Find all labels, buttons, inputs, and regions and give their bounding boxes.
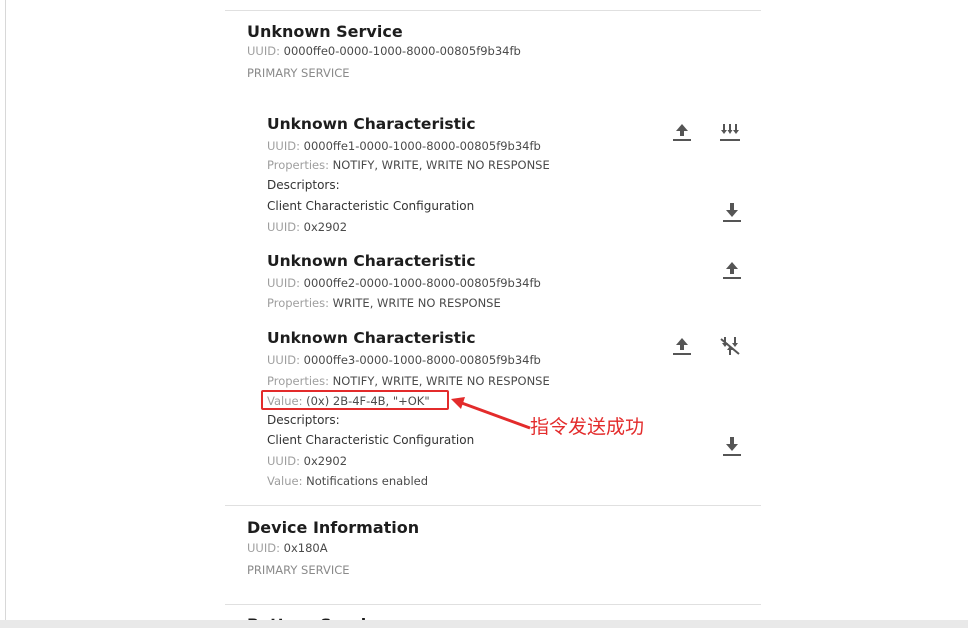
properties-label: Properties: bbox=[267, 158, 329, 172]
descriptors-heading: Descriptors: bbox=[267, 413, 340, 427]
separator bbox=[225, 505, 761, 506]
descriptor-uuid: UUID: 0x2902 bbox=[267, 454, 347, 468]
uuid-value: 0x180A bbox=[283, 541, 328, 555]
descriptor-name: Client Characteristic Configuration bbox=[267, 199, 475, 213]
descriptor-value: Value: Notifications enabled bbox=[267, 474, 428, 488]
uuid-label: UUID: bbox=[267, 276, 300, 290]
uuid-label: UUID: bbox=[267, 454, 300, 468]
properties-label: Properties: bbox=[267, 374, 329, 388]
value-highlight-box bbox=[261, 390, 449, 410]
properties-label: Properties: bbox=[267, 296, 329, 310]
uuid-value: 0000ffe3-0000-1000-8000-00805f9b34fb bbox=[303, 353, 541, 367]
uuid-label: UUID: bbox=[247, 44, 280, 58]
characteristic-properties: Properties: NOTIFY, WRITE, WRITE NO RESP… bbox=[267, 374, 550, 388]
characteristic-title[interactable]: Unknown Characteristic bbox=[267, 329, 476, 347]
bottom-edge bbox=[0, 620, 968, 628]
service-uuid: UUID: 0x180A bbox=[247, 541, 328, 555]
notifications-disabled-icon[interactable] bbox=[718, 334, 742, 358]
upload-arrow-icon[interactable] bbox=[670, 120, 694, 144]
properties-value: NOTIFY, WRITE, WRITE NO RESPONSE bbox=[332, 374, 550, 388]
descriptor-uuid: UUID: 0x2902 bbox=[267, 220, 347, 234]
uuid-label: UUID: bbox=[267, 353, 300, 367]
separator-top bbox=[225, 10, 761, 11]
descriptor-name: Client Characteristic Configuration bbox=[267, 433, 475, 447]
annotation-text: 指令发送成功 bbox=[530, 416, 645, 438]
uuid-value: 0000ffe1-0000-1000-8000-00805f9b34fb bbox=[303, 139, 541, 153]
characteristic-properties: Properties: NOTIFY, WRITE, WRITE NO RESP… bbox=[267, 158, 550, 172]
characteristic-uuid: UUID: 0000ffe2-0000-1000-8000-00805f9b34… bbox=[267, 276, 541, 290]
download-arrow-icon[interactable] bbox=[720, 434, 744, 458]
service-uuid: UUID: 0000ffe0-0000-1000-8000-00805f9b34… bbox=[247, 44, 521, 58]
uuid-value: 0000ffe2-0000-1000-8000-00805f9b34fb bbox=[303, 276, 541, 290]
uuid-label: UUID: bbox=[267, 220, 300, 234]
characteristic-uuid: UUID: 0000ffe1-0000-1000-8000-00805f9b34… bbox=[267, 139, 541, 153]
page: Unknown Service UUID: 0000ffe0-0000-1000… bbox=[0, 0, 968, 628]
service-type: PRIMARY SERVICE bbox=[247, 563, 350, 577]
uuid-value: 0000ffe0-0000-1000-8000-00805f9b34fb bbox=[283, 44, 521, 58]
uuid-label: UUID: bbox=[267, 139, 300, 153]
properties-value: NOTIFY, WRITE, WRITE NO RESPONSE bbox=[332, 158, 550, 172]
value-label: Value: bbox=[267, 474, 303, 488]
service-title[interactable]: Unknown Service bbox=[247, 22, 403, 41]
multi-down-arrows-icon[interactable] bbox=[718, 120, 742, 144]
value-text: Notifications enabled bbox=[306, 474, 429, 488]
upload-arrow-icon[interactable] bbox=[670, 334, 694, 358]
download-arrow-icon[interactable] bbox=[720, 200, 744, 224]
annotation-arrow bbox=[451, 397, 531, 430]
upload-arrow-icon[interactable] bbox=[720, 258, 744, 282]
characteristic-title[interactable]: Unknown Characteristic bbox=[267, 115, 476, 133]
left-divider bbox=[5, 0, 6, 628]
service-type: PRIMARY SERVICE bbox=[247, 66, 350, 80]
characteristic-properties: Properties: WRITE, WRITE NO RESPONSE bbox=[267, 296, 501, 310]
characteristic-title[interactable]: Unknown Characteristic bbox=[267, 252, 476, 270]
service-title[interactable]: Device Information bbox=[247, 518, 419, 537]
properties-value: WRITE, WRITE NO RESPONSE bbox=[332, 296, 501, 310]
uuid-value: 0x2902 bbox=[303, 454, 348, 468]
separator bbox=[225, 604, 761, 605]
characteristic-uuid: UUID: 0000ffe3-0000-1000-8000-00805f9b34… bbox=[267, 353, 541, 367]
uuid-value: 0x2902 bbox=[303, 220, 348, 234]
descriptors-heading: Descriptors: bbox=[267, 178, 340, 192]
uuid-label: UUID: bbox=[247, 541, 280, 555]
